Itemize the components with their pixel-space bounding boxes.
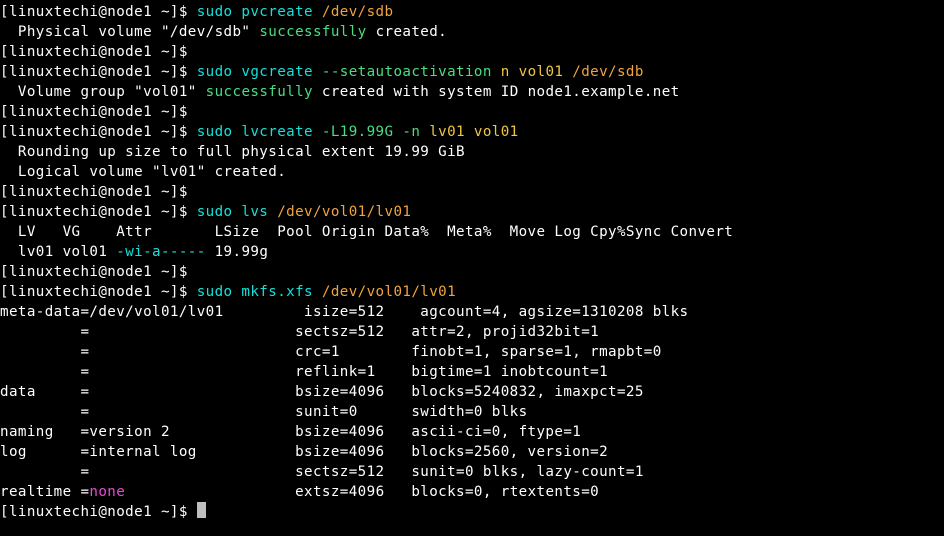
terminal-line: lv01 vol01 -wi-a----- 19.99g bbox=[0, 242, 944, 262]
terminal-text: [linuxtechi@node1 ~]$ bbox=[0, 204, 197, 220]
terminal-line: Volume group "vol01" successfully create… bbox=[0, 82, 944, 102]
terminal-text: none bbox=[89, 484, 125, 500]
terminal-line: Rounding up size to full physical extent… bbox=[0, 142, 944, 162]
terminal-text: sudo mkfs.xfs bbox=[197, 284, 322, 300]
terminal-text: [linuxtechi@node1 ~]$ bbox=[0, 284, 197, 300]
terminal-text: realtime = bbox=[0, 484, 89, 500]
terminal-text: = sectsz=512 sunit=0 blks, lazy-count=1 bbox=[0, 464, 644, 480]
terminal-text: /dev/vol01/lv01 bbox=[277, 204, 411, 220]
terminal-line: Logical volume "lv01" created. bbox=[0, 162, 944, 182]
terminal-text: Physical volume "/dev/sdb" bbox=[0, 24, 259, 40]
terminal-line: [linuxtechi@node1 ~]$ bbox=[0, 262, 944, 282]
cursor bbox=[197, 502, 206, 518]
terminal-line: [linuxtechi@node1 ~]$ bbox=[0, 102, 944, 122]
terminal-line: realtime =none extsz=4096 blocks=0, rtex… bbox=[0, 482, 944, 502]
terminal-text: = sunit=0 swidth=0 blks bbox=[0, 404, 528, 420]
terminal-text: sudo pvcreate bbox=[197, 4, 322, 20]
terminal-text: = sectsz=512 attr=2, projid32bit=1 bbox=[0, 324, 599, 340]
terminal-text: Rounding up size to full physical extent… bbox=[0, 144, 465, 160]
terminal-text: LV VG Attr LSize Pool Origin Data% Meta%… bbox=[0, 224, 733, 240]
terminal-text: --setautoactivation bbox=[322, 64, 492, 80]
terminal-text: = reflink=1 bigtime=1 inobtcount=1 bbox=[0, 364, 608, 380]
terminal-text: [linuxtechi@node1 ~]$ bbox=[0, 104, 188, 120]
terminal-text: [linuxtechi@node1 ~]$ bbox=[0, 4, 197, 20]
terminal-line: [linuxtechi@node1 ~]$ sudo mkfs.xfs /dev… bbox=[0, 282, 944, 302]
terminal-text: lv01 vol01 bbox=[0, 244, 116, 260]
terminal-text: created with system ID node1.example.net bbox=[313, 84, 680, 100]
terminal-text: [linuxtechi@node1 ~]$ bbox=[0, 184, 188, 200]
terminal-text: Volume group "vol01" bbox=[0, 84, 206, 100]
terminal-line: = crc=1 finobt=1, sparse=1, rmapbt=0 bbox=[0, 342, 944, 362]
terminal-text: successfully bbox=[259, 24, 366, 40]
terminal-text: Logical volume "lv01" created. bbox=[0, 164, 286, 180]
terminal-output[interactable]: [linuxtechi@node1 ~]$ sudo pvcreate /dev… bbox=[0, 0, 944, 536]
terminal-text: data = bsize=4096 blocks=5240832, imaxpc… bbox=[0, 384, 644, 400]
terminal-text: created. bbox=[367, 24, 447, 40]
terminal-text: lv01 vol01 bbox=[420, 124, 518, 140]
terminal-text: sudo lvs bbox=[197, 204, 277, 220]
terminal-text: extsz=4096 blocks=0, rtextents=0 bbox=[125, 484, 599, 500]
terminal-line: [linuxtechi@node1 ~]$ bbox=[0, 42, 944, 62]
terminal-line: = sectsz=512 sunit=0 blks, lazy-count=1 bbox=[0, 462, 944, 482]
terminal-line: LV VG Attr LSize Pool Origin Data% Meta%… bbox=[0, 222, 944, 242]
terminal-text: n vol01 bbox=[492, 64, 572, 80]
terminal-text: /dev/vol01/lv01 bbox=[322, 284, 456, 300]
terminal-line: Physical volume "/dev/sdb" successfully … bbox=[0, 22, 944, 42]
terminal-line: [linuxtechi@node1 ~]$ sudo vgcreate --se… bbox=[0, 62, 944, 82]
terminal-text: sudo vgcreate bbox=[197, 64, 322, 80]
terminal-line: [linuxtechi@node1 ~]$ bbox=[0, 182, 944, 202]
terminal-text: [linuxtechi@node1 ~]$ bbox=[0, 504, 197, 520]
terminal-line: log =internal log bsize=4096 blocks=2560… bbox=[0, 442, 944, 462]
terminal-text: sudo lvcreate bbox=[197, 124, 322, 140]
terminal-text: meta-data=/dev/vol01/lv01 isize=512 agco… bbox=[0, 304, 689, 320]
terminal-text: [linuxtechi@node1 ~]$ bbox=[0, 64, 197, 80]
terminal-text: [linuxtechi@node1 ~]$ bbox=[0, 264, 188, 280]
terminal-line: [linuxtechi@node1 ~]$ sudo pvcreate /dev… bbox=[0, 2, 944, 22]
terminal-line: naming =version 2 bsize=4096 ascii-ci=0,… bbox=[0, 422, 944, 442]
terminal-text: -L19.99G -n bbox=[322, 124, 420, 140]
terminal-line: meta-data=/dev/vol01/lv01 isize=512 agco… bbox=[0, 302, 944, 322]
terminal-line: data = bsize=4096 blocks=5240832, imaxpc… bbox=[0, 382, 944, 402]
terminal-text: 19.99g bbox=[206, 244, 269, 260]
terminal-text: log =internal log bsize=4096 blocks=2560… bbox=[0, 444, 608, 460]
terminal-text: [linuxtechi@node1 ~]$ bbox=[0, 124, 197, 140]
terminal-line: = sectsz=512 attr=2, projid32bit=1 bbox=[0, 322, 944, 342]
terminal-text: [linuxtechi@node1 ~]$ bbox=[0, 44, 188, 60]
terminal-text: /dev/sdb bbox=[322, 4, 394, 20]
terminal-text: /dev/sdb bbox=[572, 64, 644, 80]
terminal-text: -wi-a----- bbox=[116, 244, 205, 260]
terminal-text: = crc=1 finobt=1, sparse=1, rmapbt=0 bbox=[0, 344, 662, 360]
terminal-line: [linuxtechi@node1 ~]$ bbox=[0, 502, 944, 522]
terminal-line: = reflink=1 bigtime=1 inobtcount=1 bbox=[0, 362, 944, 382]
terminal-text: naming =version 2 bsize=4096 ascii-ci=0,… bbox=[0, 424, 581, 440]
terminal-line: [linuxtechi@node1 ~]$ sudo lvs /dev/vol0… bbox=[0, 202, 944, 222]
terminal-line: [linuxtechi@node1 ~]$ sudo lvcreate -L19… bbox=[0, 122, 944, 142]
terminal-line: = sunit=0 swidth=0 blks bbox=[0, 402, 944, 422]
terminal-text: successfully bbox=[206, 84, 313, 100]
